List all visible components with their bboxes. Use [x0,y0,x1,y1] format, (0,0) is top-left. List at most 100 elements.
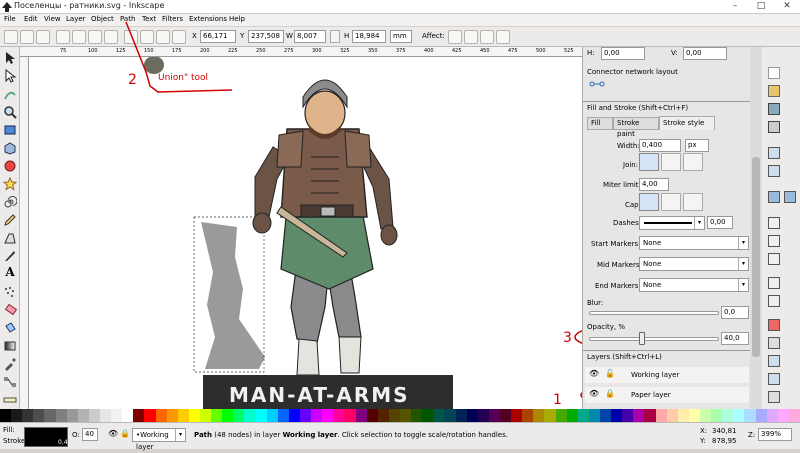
lock-icon[interactable]: 🔒 [605,389,615,398]
tab-fill[interactable]: Fill [587,117,613,130]
palette-swatch[interactable] [66,409,79,422]
zoom-drawing-icon[interactable] [784,191,796,203]
miter-join-button[interactable] [639,153,659,171]
redo-icon[interactable] [768,165,780,177]
palette-swatch[interactable] [744,409,757,422]
bevel-join-button[interactable] [683,153,703,171]
tab-stroke-paint[interactable]: Stroke paint [613,117,659,138]
palette-swatch[interactable] [466,409,479,422]
palette-swatch[interactable] [411,409,423,422]
zoom-selection-icon[interactable] [768,191,780,203]
palette-swatch[interactable] [88,409,101,422]
start-markers-select[interactable]: None ▾ [639,236,749,250]
tab-stroke-style[interactable]: Stroke style [659,116,715,130]
palette-swatch[interactable] [344,409,357,422]
duplicate-icon[interactable] [768,217,780,229]
palette-swatch[interactable] [122,409,134,422]
palette-swatch[interactable] [644,409,657,422]
palette-swatch[interactable] [366,409,379,422]
round-join-button[interactable] [661,153,681,171]
palette-swatch[interactable] [500,409,512,422]
opacity-slider-track[interactable] [589,337,719,341]
save-icon[interactable] [768,103,780,115]
ungroup-icon[interactable] [768,295,780,307]
v-offset-input[interactable]: 0,00 [683,47,727,60]
palette-swatch[interactable] [0,409,12,422]
palette-swatch[interactable] [788,409,800,422]
opacity-slider-thumb[interactable] [638,332,645,345]
eye-icon[interactable]: 👁 [589,389,599,398]
palette-swatch[interactable] [777,409,790,422]
butt-cap-button[interactable] [639,193,659,211]
palette-swatch[interactable] [611,409,623,422]
opacity-input[interactable]: 40,0 [721,332,749,345]
palette-swatch[interactable] [255,409,268,422]
palette-swatch[interactable] [622,409,634,422]
palette-swatch[interactable] [733,409,745,422]
palette-swatch[interactable] [155,409,168,422]
align-icon[interactable] [768,373,780,385]
clone-icon[interactable] [768,235,780,247]
palette-swatch[interactable] [288,409,301,422]
palette-swatch[interactable] [766,409,779,422]
miter-limit-input[interactable]: 4,00 [639,178,669,191]
layer-lock-icon[interactable]: 🔒 [120,429,130,438]
palette-swatch[interactable] [655,409,668,422]
palette-swatch[interactable] [177,409,190,422]
dock-scrollbar[interactable] [750,47,762,409]
palette-swatch[interactable] [11,409,23,422]
eye-icon[interactable]: 👁 [589,369,599,378]
palette-swatch[interactable] [211,409,223,422]
stroke-unit-select[interactable]: px [685,139,709,152]
connector-layout-icon[interactable] [589,79,605,89]
group-icon[interactable] [768,277,780,289]
palette-swatch[interactable] [322,409,334,422]
palette-swatch[interactable] [455,409,468,422]
dock-scrollbar-thumb[interactable] [752,157,760,357]
palette-swatch[interactable] [388,409,401,422]
palette-swatch[interactable] [488,409,501,422]
new-document-icon[interactable] [768,67,780,79]
palette-swatch[interactable] [755,409,768,422]
palette-swatch[interactable] [311,409,323,422]
palette-swatch[interactable] [22,409,34,422]
unlink-clone-icon[interactable] [768,253,780,265]
palette-swatch[interactable] [555,409,568,422]
palette-swatch[interactable] [711,409,723,422]
palette-swatch[interactable] [33,409,45,422]
xml-editor-icon[interactable] [768,355,780,367]
palette-swatch[interactable] [144,409,157,422]
palette-swatch[interactable] [233,409,245,422]
palette-swatch[interactable] [544,409,557,422]
palette-swatch[interactable] [566,409,579,422]
text-font-icon[interactable] [768,337,780,349]
palette-swatch[interactable] [700,409,712,422]
palette-swatch[interactable] [133,409,145,422]
blur-slider-track[interactable] [589,311,719,315]
zoom-input[interactable]: 399% [758,428,792,441]
palette-swatch[interactable] [688,409,701,422]
palette-swatch[interactable] [355,409,368,422]
open-icon[interactable] [768,85,780,97]
palette-swatch[interactable] [511,409,523,422]
palette-swatch[interactable] [666,409,679,422]
palette-swatch[interactable] [266,409,279,422]
palette-swatch[interactable] [111,409,123,422]
square-cap-button[interactable] [683,193,703,211]
opacity-short-input[interactable]: 40 [82,428,98,441]
palette-swatch[interactable] [577,409,590,422]
palette-swatch[interactable] [422,409,434,422]
palette-swatch[interactable] [333,409,345,422]
blur-input[interactable]: 0,0 [721,306,749,319]
palette-swatch[interactable] [600,409,612,422]
palette-swatch[interactable] [522,409,534,422]
palette-swatch[interactable] [588,409,601,422]
current-layer-select[interactable]: •Working layer ▾ [132,428,186,451]
palette-swatch[interactable] [200,409,212,422]
palette-swatch[interactable] [188,409,201,422]
palette-swatch[interactable] [222,409,234,422]
palette-swatch[interactable] [677,409,690,422]
undo-icon[interactable] [768,147,780,159]
mid-markers-select[interactable]: None ▾ [639,257,749,271]
fill-stroke-icon[interactable] [768,319,780,331]
